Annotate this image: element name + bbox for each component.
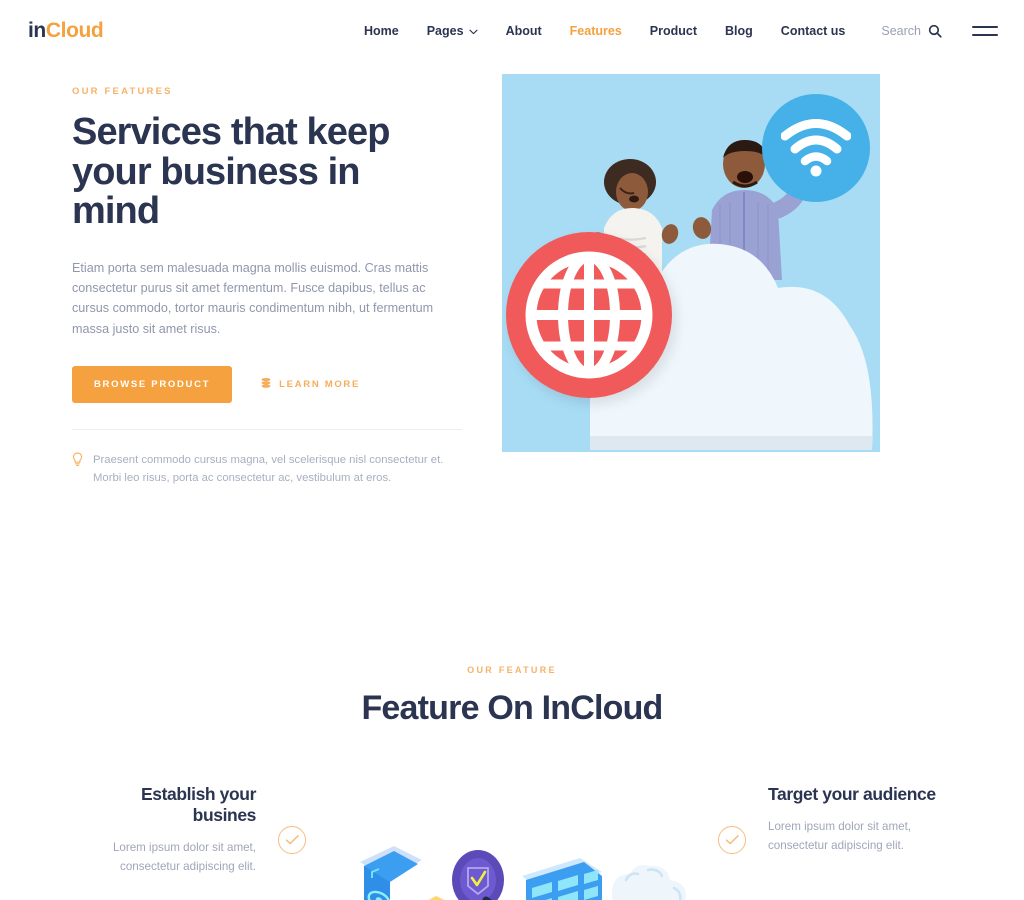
nav-label: Features: [569, 24, 622, 38]
main-navigation: Home Pages About Features Product Blog C…: [350, 24, 998, 38]
nav-item-pages[interactable]: Pages: [413, 24, 492, 38]
nav-item-blog[interactable]: Blog: [711, 24, 767, 38]
hero-section: OUR FEATURES Services that keep your bus…: [0, 62, 1024, 487]
feature-eyebrow: OUR FEATURE: [467, 665, 557, 676]
logo[interactable]: inCloud: [28, 19, 104, 43]
scan-card-icon: [360, 846, 422, 900]
logo-text-in: in: [28, 19, 46, 42]
feature-card-body: Lorem ipsum dolor sit amet, consectetur …: [112, 841, 256, 873]
nav-label: Pages: [426, 24, 464, 38]
chevron-down-icon: [469, 28, 478, 37]
hero-image-container: [502, 72, 880, 487]
hero-note: Praesent commodo cursus magna, vel scele…: [72, 452, 452, 487]
check-circle-icon: [278, 826, 306, 855]
nav-label: About: [505, 24, 542, 38]
globe-icon: [525, 251, 653, 379]
wifi-badge: [762, 94, 870, 202]
cloud-icon: [612, 865, 686, 900]
globe-badge: [506, 232, 672, 398]
hero-note-text: Praesent commodo cursus magna, vel scele…: [93, 454, 444, 484]
nav-label: Blog: [725, 24, 753, 38]
feature-card-heading: Target your audience: [768, 784, 936, 805]
search-label: Search: [881, 24, 921, 38]
site-header: inCloud Home Pages About Features Produc…: [0, 0, 1024, 62]
feature-card-text: Target your audience Lorem ipsum dolor s…: [768, 784, 938, 856]
hero-content: OUR FEATURES Services that keep your bus…: [0, 72, 500, 487]
wifi-icon: [781, 119, 851, 177]
feature-card-heading: Establish your busines: [141, 784, 256, 826]
nav-item-home[interactable]: Home: [350, 24, 413, 38]
hamburger-line: [972, 34, 998, 36]
layers-icon: [260, 377, 272, 392]
check-circle-icon: [718, 826, 746, 855]
hamburger-menu-icon[interactable]: [972, 26, 998, 36]
hero-image: [502, 74, 880, 452]
nav-item-contact-us[interactable]: Contact us: [767, 24, 860, 38]
logo-text-cloud: Cloud: [45, 19, 104, 42]
nav-label: Product: [649, 24, 698, 38]
shield-check-icon: [452, 850, 504, 900]
learn-more-link[interactable]: LEARN MORE: [260, 377, 360, 392]
data-grid-icon: [522, 858, 602, 900]
nav-label: Home: [363, 24, 399, 38]
browse-product-button[interactable]: BROWSE PRODUCT: [72, 366, 233, 404]
hero-divider: [72, 429, 462, 431]
feature-card-target: Target your audience Lorem ipsum dolor s…: [718, 784, 938, 856]
feature-card-text: Establish your busines Lorem ipsum dolor…: [86, 784, 256, 877]
nav-item-product[interactable]: Product: [636, 24, 711, 38]
hamburger-line: [972, 26, 998, 28]
search-icon[interactable]: [928, 24, 942, 38]
lightbulb-icon: [72, 452, 83, 487]
hero-title: Services that keep your business in mind: [72, 111, 390, 233]
feature-card-establish: Establish your busines Lorem ipsum dolor…: [86, 784, 306, 877]
isometric-illustration: [330, 838, 700, 900]
feature-title: Feature On InCloud: [361, 689, 663, 728]
hero-description: Etiam porta sem malesuada magna mollis e…: [72, 260, 434, 336]
nav-label: Contact us: [780, 24, 846, 38]
search-toggle[interactable]: Search: [881, 24, 942, 38]
learn-more-label: LEARN MORE: [279, 379, 361, 391]
hero-button-row: BROWSE PRODUCT LEARN MORE: [72, 366, 500, 404]
nav-item-about[interactable]: About: [492, 24, 556, 38]
feature-card-body: Lorem ipsum dolor sit amet, consectetur …: [768, 820, 912, 852]
nav-item-features[interactable]: Features: [556, 24, 636, 38]
hero-eyebrow: OUR FEATURES: [72, 86, 173, 97]
